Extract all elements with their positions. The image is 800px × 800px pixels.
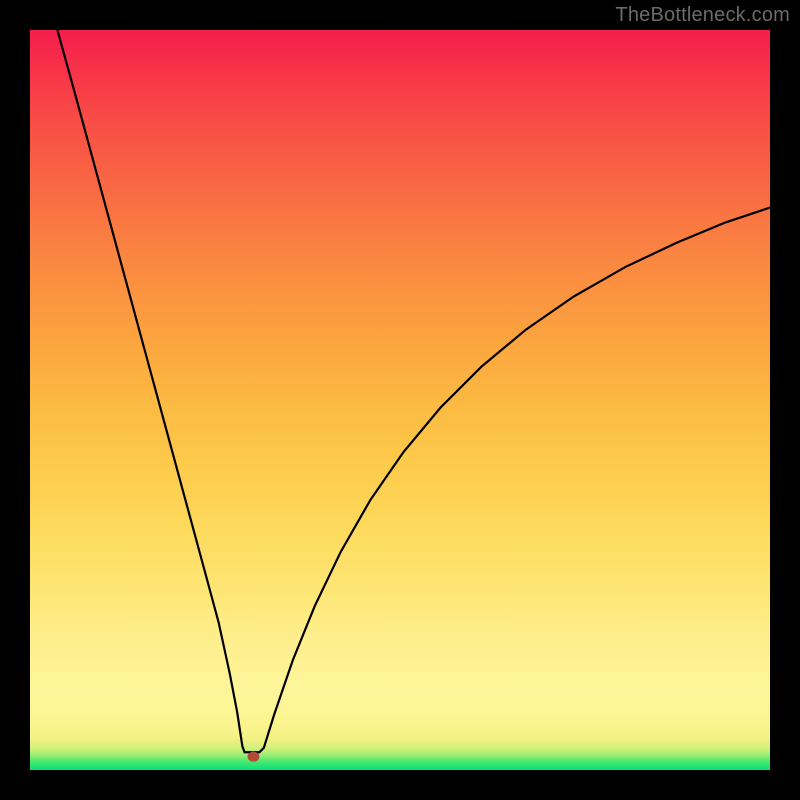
curve-path xyxy=(57,30,770,752)
bottleneck-curve xyxy=(30,30,770,770)
watermark-text: TheBottleneck.com xyxy=(615,4,790,27)
marker-dot xyxy=(247,752,259,762)
chart-frame: TheBottleneck.com xyxy=(0,0,800,800)
plot-area xyxy=(30,30,770,770)
